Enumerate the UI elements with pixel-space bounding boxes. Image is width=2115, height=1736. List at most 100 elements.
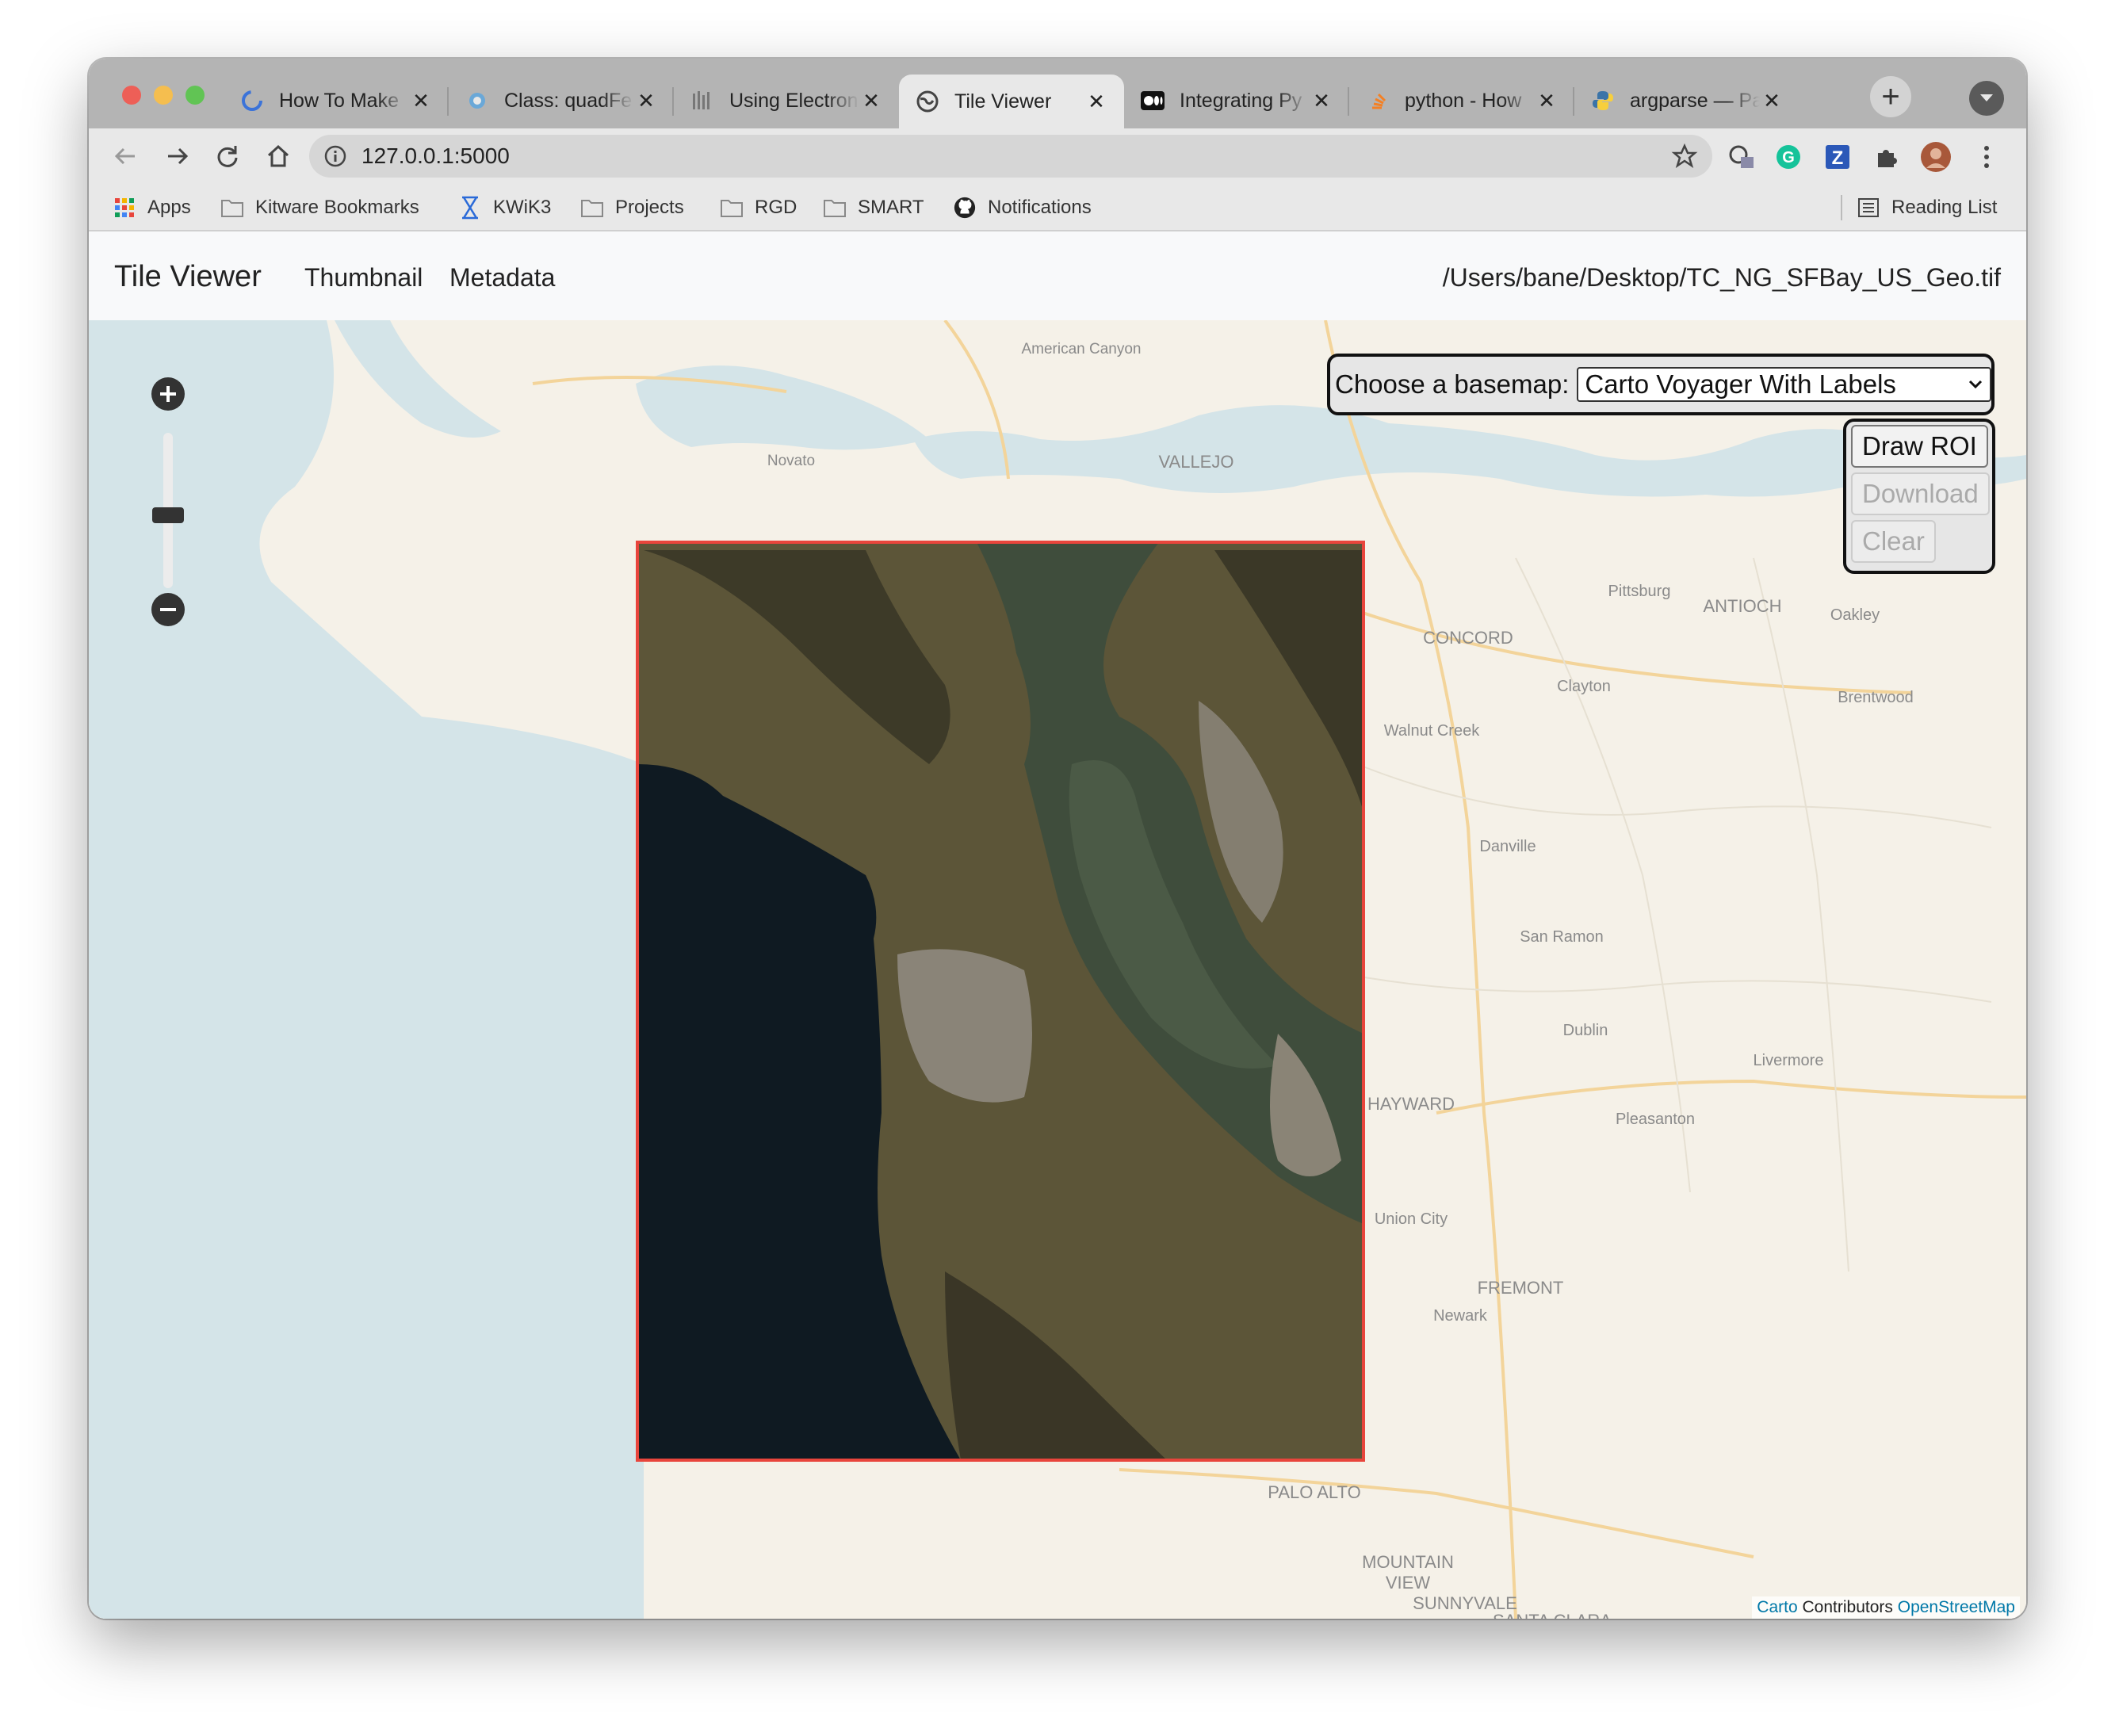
map-label: PALO ALTO [1268,1482,1360,1502]
url-text: 127.0.0.1:5000 [361,143,510,168]
page-content: Tile Viewer Thumbnail Metadata /Users/ba… [89,231,2026,1619]
profile-avatar-icon[interactable] [1920,141,1952,173]
tab-close-icon[interactable]: ✕ [1760,89,1784,113]
bookmark-smart[interactable]: SMART [823,193,924,222]
reload-button[interactable] [211,140,244,173]
svg-text:Z: Z [1832,147,1844,169]
tab-title: Class: quadFe [504,89,633,112]
tab-search-button[interactable] [1969,81,2004,116]
map-label: Clayton [1557,678,1611,695]
tab-close-icon[interactable]: ✕ [859,89,883,113]
map-label: Novato [767,453,815,469]
reading-list-icon [1857,196,1880,220]
github-icon [953,196,977,220]
medium-icon [1140,88,1165,113]
zoom-in-button[interactable] [151,377,185,411]
nav-thumbnail[interactable]: Thumbnail [304,263,423,293]
map-label: VIEW [1386,1573,1430,1593]
nav-metadata[interactable]: Metadata [449,263,555,293]
clear-button[interactable]: Clear [1851,520,1936,563]
openstreetmap-link[interactable]: OpenStreetMap [1898,1598,2015,1616]
tab-argparse[interactable]: argparse — Pa ✕ [1574,75,1799,127]
close-window-button[interactable] [122,86,141,105]
new-tab-button[interactable]: + [1870,76,1911,117]
bookmark-label: Projects [615,197,684,218]
map-label: Walnut Creek [1384,722,1480,740]
satellite-image-overlay [636,541,1365,1462]
tab-close-icon[interactable]: ✕ [1535,89,1559,113]
maximize-window-button[interactable] [185,86,205,105]
tab-class-quadfe[interactable]: Class: quadFe ✕ [449,75,674,127]
carto-link[interactable]: Carto [1757,1598,1797,1616]
extensions-puzzle-icon[interactable] [1871,141,1903,173]
star-icon[interactable] [1671,143,1698,170]
map-attribution: Carto Contributors OpenStreetMap [1752,1596,2020,1619]
tab-integrating-py[interactable]: Integrating Py ✕ [1124,75,1349,127]
arrow-right-icon [168,147,189,165]
map-viewport[interactable]: American Canyon Novato VALLEJO Pittsburg… [89,320,2026,1619]
bookmark-projects[interactable]: Projects [580,193,684,222]
apps-grid-icon [113,196,136,220]
tab-close-icon[interactable]: ✕ [409,89,433,113]
tab-title: python - How [1405,89,1522,112]
bookmark-kitware[interactable]: Kitware Bookmarks [220,193,419,222]
bookmark-label: KWiK3 [493,197,552,218]
map-label: VALLEJO [1159,452,1234,472]
bookmark-rgd[interactable]: RGD [720,193,797,222]
gear-icon [465,88,490,113]
basemap-chooser: Choose a basemap: Carto Voyager With Lab… [1327,354,1995,415]
bookmark-kwik3[interactable]: KWiK3 [458,193,551,222]
map-label: FREMONT [1478,1278,1564,1298]
globe-icon [915,89,940,114]
browser-menu-icon[interactable] [1971,141,2002,173]
tab-python-how[interactable]: python - How ✕ [1349,75,1574,127]
zoom-out-button[interactable] [151,593,185,626]
basemap-label: Choose a basemap: [1335,369,1570,399]
basemap-selected-value: Carto Voyager With Labels [1585,369,1896,399]
bookmark-label: Apps [147,197,191,218]
home-button[interactable] [262,140,295,173]
zoom-slider-handle[interactable] [152,507,184,523]
bookmark-label: Kitware Bookmarks [255,197,419,218]
minimize-window-button[interactable] [154,86,173,105]
home-icon [267,144,289,167]
bookmark-notifications[interactable]: Notifications [953,193,1092,222]
plus-icon [160,386,176,402]
roi-controls: Draw ROI Download Clear [1843,419,1995,574]
loading-icon [239,88,265,113]
app-brand[interactable]: Tile Viewer [114,260,262,294]
tab-using-electron[interactable]: Using Electron ✕ [674,75,899,127]
contributors-text: Contributors [1802,1598,1893,1616]
download-button[interactable]: Download [1851,472,1990,515]
screen-capture-extension-icon[interactable] [1725,141,1757,173]
app-navbar: Tile Viewer Thumbnail Metadata /Users/ba… [89,231,2026,320]
tab-title: argparse — Pa [1630,89,1760,112]
tab-close-icon[interactable]: ✕ [1084,90,1108,113]
forward-button[interactable] [160,140,193,173]
draw-roi-button[interactable]: Draw ROI [1851,425,1988,468]
bookmark-label: SMART [858,197,924,218]
minus-icon [160,608,176,611]
stackoverflow-icon [1365,88,1390,113]
map-label: Brentwood [1838,689,1914,706]
map-label: Pittsburg [1608,583,1671,600]
tab-close-icon[interactable]: ✕ [1310,89,1333,113]
map-label: Union City [1375,1210,1448,1228]
hourglass-icon [458,196,482,220]
back-button[interactable] [109,140,143,173]
tab-tile-viewer[interactable]: Tile Viewer ✕ [899,75,1124,128]
zotero-icon[interactable]: Z [1822,141,1853,173]
arrow-left-icon [114,147,135,165]
tab-close-icon[interactable]: ✕ [634,89,658,113]
bookmark-apps[interactable]: Apps [113,193,191,222]
map-label: San Ramon [1520,928,1604,946]
folder-icon [220,196,244,220]
tab-how-to-make[interactable]: How To Make ✕ [224,75,449,127]
basemap-select[interactable]: Carto Voyager With Labels [1577,367,1991,402]
address-bar[interactable]: 127.0.0.1:5000 [309,135,1712,178]
map-label: ANTIOCH [1704,596,1782,616]
grammarly-icon[interactable]: G [1773,141,1804,173]
svg-text:G: G [1782,149,1795,166]
tab-strip: How To Make ✕ Class: quadFe ✕ Using Elec… [89,59,2026,128]
reading-list-button[interactable]: Reading List [1857,193,1997,222]
